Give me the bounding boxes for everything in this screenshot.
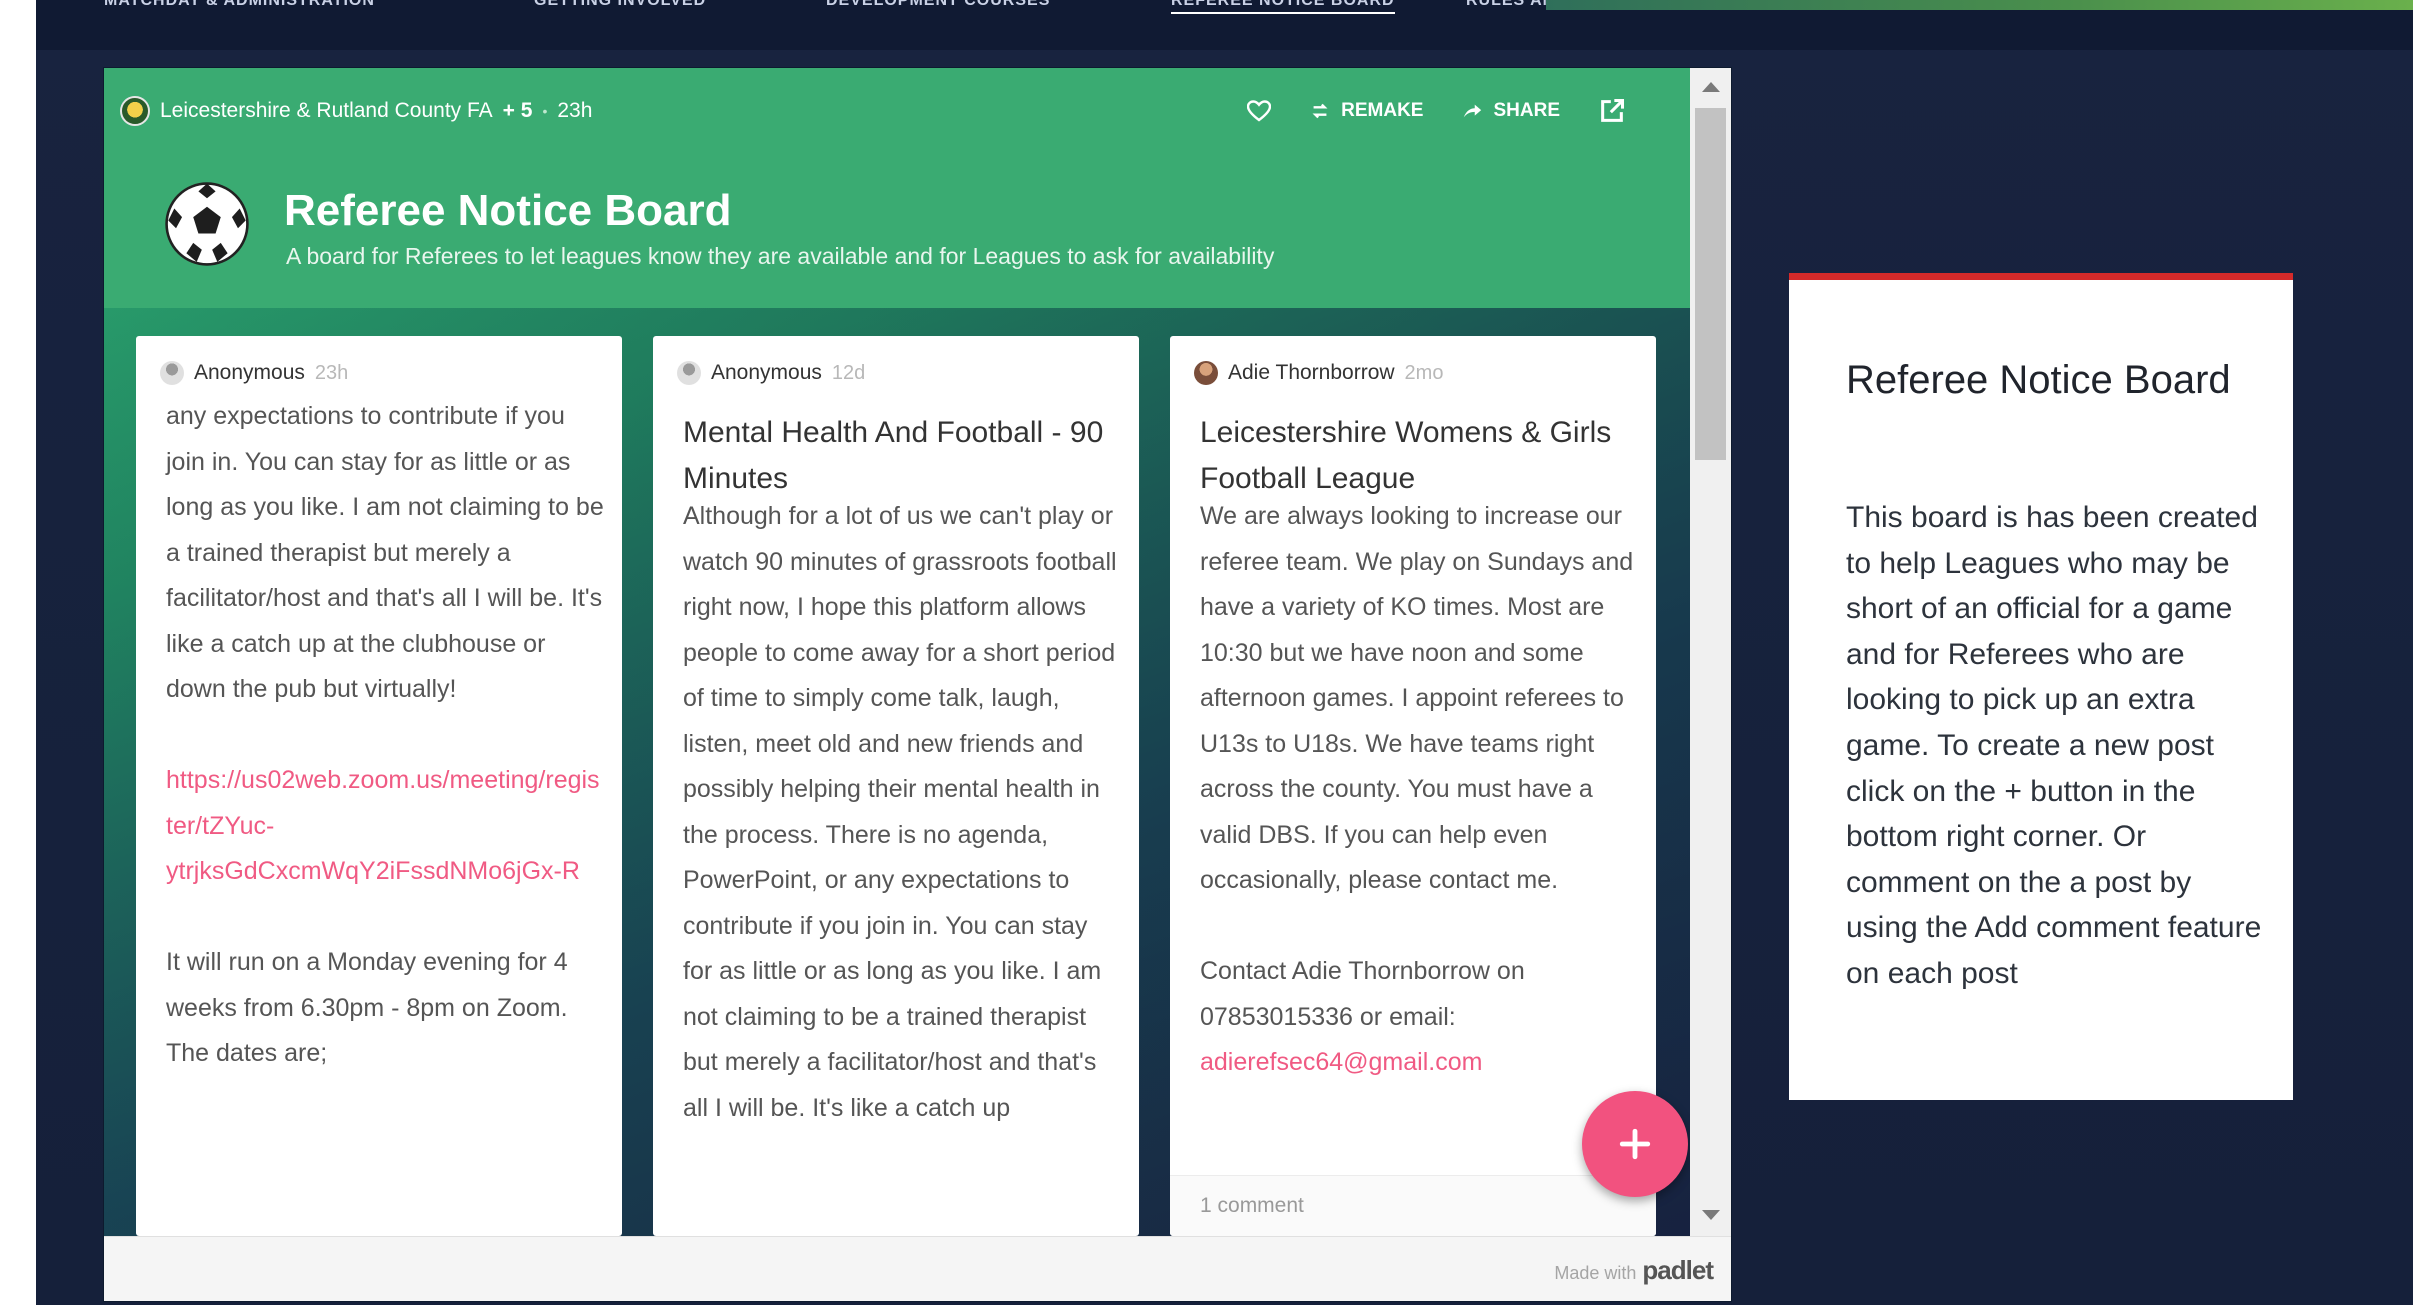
post-author: Anonymous <box>711 361 822 384</box>
made-with-padlet[interactable]: Made with padlet <box>1554 1255 1714 1286</box>
post-body: any expectations to contribute if you jo… <box>166 394 606 1077</box>
post-author-row: Anonymous 23h <box>160 358 348 388</box>
post-author-row: Anonymous 12d <box>677 358 865 388</box>
post-author-row: Adie Thornborrow 2mo <box>1194 358 1443 388</box>
plus-icon <box>1619 1128 1651 1160</box>
scroll-up-arrow-icon[interactable] <box>1702 82 1720 92</box>
remake-icon <box>1312 103 1328 119</box>
external-link-icon <box>1601 98 1625 122</box>
nav-item-development-courses[interactable]: DEVELOPMENT COURSES <box>826 0 1050 12</box>
board-age: 23h <box>557 99 593 122</box>
side-panel-title: Referee Notice Board <box>1846 358 2231 402</box>
share-button[interactable]: SHARE <box>1461 100 1560 122</box>
padlet-header: Leicestershire & Rutland County FA + 5 •… <box>104 68 1690 308</box>
post-email-link[interactable]: adierefsec64@gmail.com <box>1200 1048 1482 1076</box>
board-description: A board for Referees to let leagues know… <box>286 243 1275 269</box>
contributors-count[interactable]: + 5 <box>503 99 533 123</box>
soccer-ball-icon <box>165 182 249 266</box>
scroll-thumb[interactable] <box>1695 108 1726 460</box>
scroll-down-arrow-icon[interactable] <box>1702 1210 1720 1220</box>
side-panel-body: This board is has been created to help L… <box>1846 501 2262 990</box>
post-card[interactable]: Anonymous 23h any expectations to contri… <box>136 336 622 1236</box>
post-text: any expectations to contribute if you jo… <box>166 402 611 703</box>
board-title: Referee Notice Board <box>284 186 732 235</box>
info-side-panel: Referee Notice Board This board is has b… <box>1789 273 2293 1100</box>
remake-button[interactable]: REMAKE <box>1309 100 1423 122</box>
made-with-label: Made with <box>1554 1263 1637 1283</box>
heart-icon <box>1247 100 1272 122</box>
open-external-button[interactable] <box>1598 97 1626 125</box>
post-subject: Mental Health And Football - 90 Minutes <box>683 416 1104 495</box>
post-author: Anonymous <box>194 361 305 384</box>
board-meta: Leicestershire & Rutland County FA + 5 •… <box>120 96 592 126</box>
post-card[interactable]: Adie Thornborrow 2mo Leicestershire Wome… <box>1170 336 1656 1236</box>
remake-label: REMAKE <box>1341 100 1424 121</box>
owner-name[interactable]: Leicestershire & Rutland County FA <box>160 99 493 123</box>
owner-avatar[interactable] <box>120 96 150 126</box>
nav-banner-strip <box>1546 0 2413 10</box>
padlet-logo: padlet <box>1642 1255 1714 1285</box>
add-post-button[interactable] <box>1582 1091 1688 1197</box>
post-body: Although for a lot of us we can't play o… <box>683 502 1124 1122</box>
padlet-embed: Leicestershire & Rutland County FA + 5 •… <box>103 67 1732 1302</box>
post-age: 23h <box>314 361 349 384</box>
nav-item-referee-notice-board[interactable]: REFEREE NOTICE BOARD <box>1171 0 1395 14</box>
nav-item-matchday[interactable]: MATCHDAY & ADMINISTRATION <box>104 0 375 12</box>
post-age: 12d <box>831 361 866 384</box>
header-actions: REMAKE SHARE <box>1247 96 1626 126</box>
padlet-footer: Made with padlet <box>104 1236 1731 1301</box>
share-label: SHARE <box>1493 100 1560 121</box>
post-subject: Leicestershire Womens & Girls Football L… <box>1200 416 1612 495</box>
author-avatar <box>160 361 184 385</box>
comment-bar[interactable]: 1 comment <box>1170 1175 1656 1236</box>
post-text-continued: It will run on a Monday evening for 4 we… <box>166 948 575 1067</box>
comment-count[interactable]: 1 comment <box>1200 1194 1304 1218</box>
share-icon <box>1464 104 1482 118</box>
author-avatar <box>677 361 701 385</box>
post-body: We are always looking to increase our re… <box>1200 494 1640 1086</box>
post-text: We are always looking to increase our re… <box>1200 502 1634 1031</box>
top-navigation: MATCHDAY & ADMINISTRATION GETTING INVOLV… <box>36 0 2413 50</box>
post-age: 2mo <box>1404 361 1444 384</box>
author-avatar <box>1194 361 1218 385</box>
nav-item-getting-involved[interactable]: GETTING INVOLVED <box>534 0 706 12</box>
post-card[interactable]: Anonymous 12d Mental Health And Football… <box>653 336 1139 1236</box>
post-author: Adie Thornborrow <box>1228 361 1395 384</box>
post-link[interactable]: https://us02web.zoom.us/meeting/register… <box>166 766 600 885</box>
board-scrollbar[interactable] <box>1690 68 1731 1236</box>
meta-separator: • <box>542 103 548 119</box>
like-button[interactable] <box>1247 100 1272 122</box>
